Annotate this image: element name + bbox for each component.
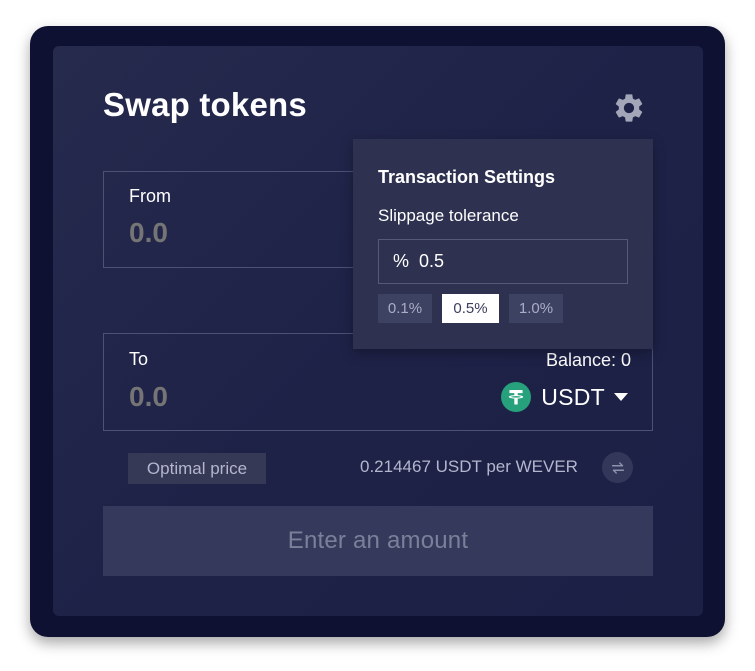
percent-symbol: % xyxy=(393,251,410,271)
exchange-rate: 0.214467 USDT per WEVER xyxy=(360,457,578,476)
to-label: To xyxy=(129,349,149,369)
preset-0-5-button[interactable]: 0.5% xyxy=(442,294,499,323)
balance-label: Balance: 0 xyxy=(545,350,631,370)
from-amount-input[interactable] xyxy=(129,217,329,249)
slippage-input[interactable] xyxy=(419,251,570,272)
enter-amount-button[interactable]: Enter an amount xyxy=(103,506,653,576)
caret-down-icon xyxy=(614,393,628,401)
tether-icon xyxy=(501,382,532,412)
swap-arrows-icon[interactable] xyxy=(602,452,633,483)
token-select[interactable]: USDT xyxy=(501,382,628,412)
preset-1-0-button[interactable]: 1.0% xyxy=(509,294,563,323)
slippage-field[interactable]: % xyxy=(378,239,628,284)
slippage-label: Slippage tolerance xyxy=(378,206,519,225)
gear-icon[interactable] xyxy=(612,91,646,125)
token-name: USDT xyxy=(541,383,605,410)
optimal-price-badge: Optimal price xyxy=(128,453,266,484)
settings-title: Transaction Settings xyxy=(378,167,556,187)
preset-0-1-button[interactable]: 0.1% xyxy=(378,294,432,323)
slippage-presets: 0.1% 0.5% 1.0% xyxy=(378,294,573,323)
to-amount-input[interactable] xyxy=(129,381,329,413)
transaction-settings-popover: Transaction Settings Slippage tolerance … xyxy=(353,139,653,349)
page-title: Swap tokens xyxy=(103,86,307,123)
from-label: From xyxy=(129,186,171,206)
